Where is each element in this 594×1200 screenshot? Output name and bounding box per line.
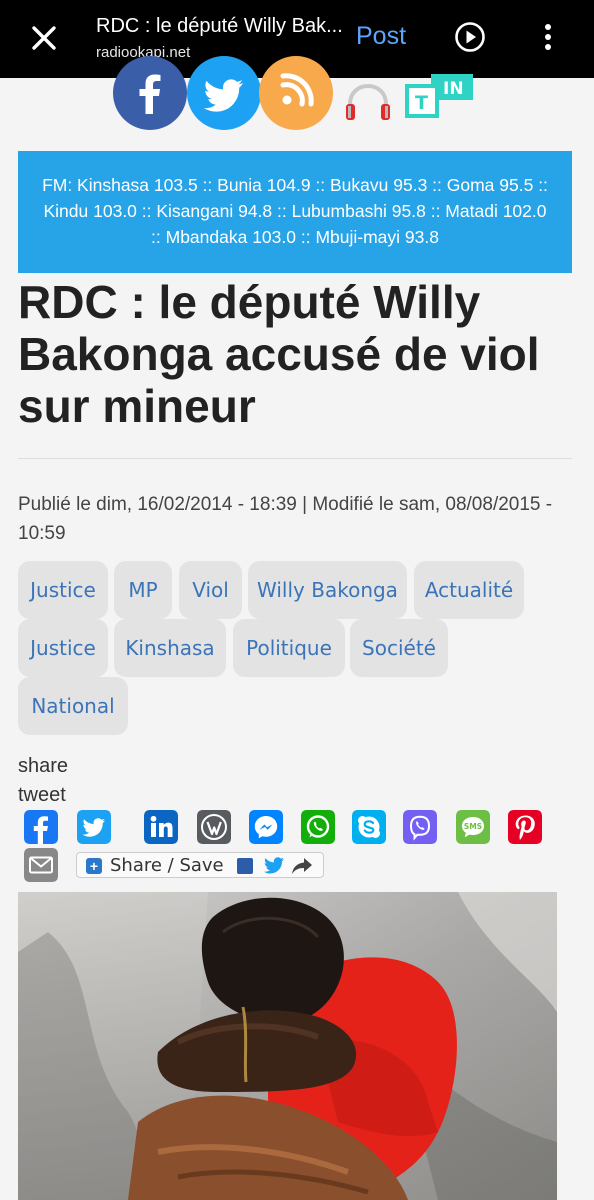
facebook-link[interactable] <box>113 56 187 130</box>
twitter-mini-icon <box>264 857 284 874</box>
facebook-mini-icon <box>237 858 253 874</box>
tag-justice[interactable]: Justice <box>18 561 108 619</box>
share-arrow-icon <box>292 858 312 874</box>
twitter-link[interactable] <box>187 56 261 130</box>
tag-kinshasa[interactable]: Kinshasa <box>114 619 226 677</box>
svg-text:IN: IN <box>443 79 464 99</box>
headphones-icon[interactable] <box>343 82 393 122</box>
article-photo <box>18 892 557 1200</box>
social-links-row: IN T <box>0 56 594 138</box>
play-icon[interactable] <box>454 21 486 53</box>
tin-logo-icon[interactable]: IN T <box>405 74 477 120</box>
article-meta-dates: Publié le dim, 16/02/2014 - 18:39 | Modi… <box>18 494 553 544</box>
page-title: RDC : le député Willy Bak... <box>96 15 343 37</box>
article-headline: RDC : le député Willy Bakonga accusé de … <box>18 276 540 432</box>
tag-politique[interactable]: Politique <box>233 619 345 677</box>
woman-crouching-image <box>18 892 557 1200</box>
facebook-icon <box>139 74 161 114</box>
rss-icon <box>280 73 314 107</box>
divider <box>18 458 572 459</box>
tag-willy-bakonga[interactable]: Willy Bakonga <box>248 561 407 619</box>
close-icon[interactable] <box>26 20 62 56</box>
share-link[interactable]: share <box>18 752 68 781</box>
plus-icon: + <box>86 858 102 874</box>
linkedin-icon[interactable] <box>144 810 178 844</box>
tag-national[interactable]: National <box>18 677 128 735</box>
viber-icon[interactable] <box>403 810 437 844</box>
tag-justice-2[interactable]: Justice <box>18 619 108 677</box>
tag-viol[interactable]: Viol <box>179 561 242 619</box>
whatsapp-icon[interactable] <box>301 810 335 844</box>
more-options-icon[interactable] <box>538 22 558 52</box>
twitter-icon[interactable] <box>77 810 111 844</box>
share-save-button[interactable]: + Share / Save <box>76 852 324 878</box>
facebook-icon[interactable] <box>24 810 58 844</box>
twitter-icon <box>203 79 243 112</box>
wordpress-icon[interactable] <box>197 810 231 844</box>
tag-societe[interactable]: Société <box>350 619 448 677</box>
tweet-link[interactable]: tweet <box>18 781 68 810</box>
share-save-label: Share / Save <box>110 855 224 876</box>
post-button[interactable]: Post <box>356 22 406 51</box>
tag-actualite[interactable]: Actualité <box>414 561 524 619</box>
sms-icon[interactable]: SMS <box>456 810 490 844</box>
fm-frequencies-banner: FM: Kinshasa 103.5 :: Bunia 104.9 :: Buk… <box>18 151 572 273</box>
share-links: share tweet <box>18 752 68 810</box>
rss-link[interactable] <box>259 56 333 130</box>
pinterest-icon[interactable] <box>508 810 542 844</box>
messenger-icon[interactable] <box>249 810 283 844</box>
svg-text:SMS: SMS <box>464 822 482 831</box>
tag-mp[interactable]: MP <box>114 561 172 619</box>
email-icon[interactable] <box>24 848 58 882</box>
skype-icon[interactable] <box>352 810 386 844</box>
svg-text:T: T <box>415 92 428 114</box>
